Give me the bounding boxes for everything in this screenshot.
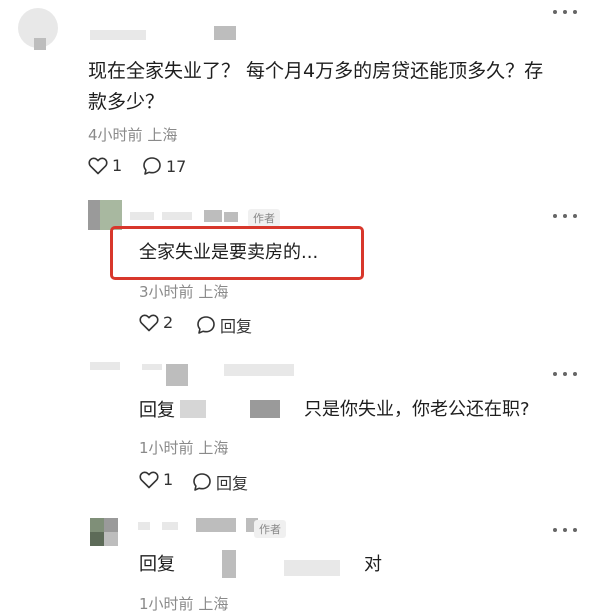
like-count: 1 — [112, 156, 123, 175]
like-count: 1 — [163, 470, 174, 489]
comment-bubble-icon — [197, 316, 215, 334]
reply-text: 全家失业是要卖房的... — [139, 242, 319, 263]
reply-button[interactable]: 回复 — [192, 470, 248, 494]
author-tag: 作者 — [254, 520, 286, 538]
reply-label: 回复 — [216, 474, 249, 493]
username-blur — [166, 364, 188, 386]
reply-location: 上海 — [198, 283, 229, 301]
reply-location: 上海 — [198, 595, 229, 613]
heart-icon — [139, 471, 159, 488]
comment-text-line1: 现在全家失业了？ 每个月4万多的房贷还能顶多久？存 — [88, 60, 544, 82]
reply-time: 1小时前 — [139, 595, 194, 613]
mention-blur — [222, 550, 236, 578]
reply-button[interactable]: 回复 — [196, 313, 252, 337]
username-blur — [214, 26, 236, 40]
username-blur — [162, 212, 192, 220]
more-options-icon[interactable] — [553, 7, 577, 17]
avatar-pixel — [34, 38, 46, 50]
username-blur — [196, 518, 236, 532]
avatar-blur — [104, 532, 118, 546]
reply-prefix: 回复 — [139, 554, 175, 575]
username-blur — [162, 522, 178, 530]
reply-time: 3小时前 — [139, 283, 194, 301]
reply-text: 只是你失业，你老公还在职? — [304, 399, 530, 420]
reply-text: 对 — [364, 554, 382, 575]
like-button[interactable]: 2 — [139, 313, 173, 332]
username-blur — [224, 364, 294, 376]
comment-time: 4小时前 — [88, 126, 143, 144]
like-count: 2 — [163, 313, 174, 332]
username-blur — [142, 364, 162, 370]
comment-button[interactable]: 17 — [142, 156, 186, 176]
username-blur — [138, 522, 150, 530]
comment-count: 17 — [166, 156, 187, 176]
avatar-blur — [90, 532, 104, 546]
comment-bubble-icon — [143, 157, 161, 175]
mention-blur — [250, 400, 280, 418]
like-button[interactable]: 1 — [88, 156, 122, 175]
reply-meta: 1小时前 上海 — [139, 437, 228, 458]
avatar-blur[interactable] — [90, 362, 120, 370]
more-options-icon[interactable] — [553, 369, 577, 379]
reply-meta: 3小时前 上海 — [139, 281, 228, 302]
reply-time: 1小时前 — [139, 439, 194, 457]
comment-meta: 4小时前 上海 — [88, 124, 177, 145]
reply-meta: 1小时前 上海 — [139, 593, 228, 614]
username-blur — [204, 210, 222, 222]
heart-icon — [139, 314, 159, 331]
mention-blur — [284, 560, 340, 576]
comment-location: 上海 — [147, 126, 178, 144]
author-tag: 作者 — [248, 209, 280, 227]
mention-blur — [180, 400, 206, 418]
reply-label: 回复 — [220, 317, 253, 336]
avatar-blur[interactable] — [88, 200, 100, 230]
avatar-blur — [104, 518, 118, 532]
heart-icon — [88, 157, 108, 174]
username-blur — [90, 30, 146, 40]
username-blur — [224, 212, 238, 222]
comment-bubble-icon — [193, 473, 211, 491]
reply-location: 上海 — [198, 439, 229, 457]
comment-text-line2: 款多少？ — [88, 91, 165, 113]
more-options-icon[interactable] — [553, 525, 577, 535]
username-blur — [130, 212, 154, 220]
more-options-icon[interactable] — [553, 211, 577, 221]
like-button[interactable]: 1 — [139, 470, 173, 489]
avatar-blur[interactable] — [90, 518, 104, 532]
reply-prefix: 回复 — [139, 400, 175, 418]
